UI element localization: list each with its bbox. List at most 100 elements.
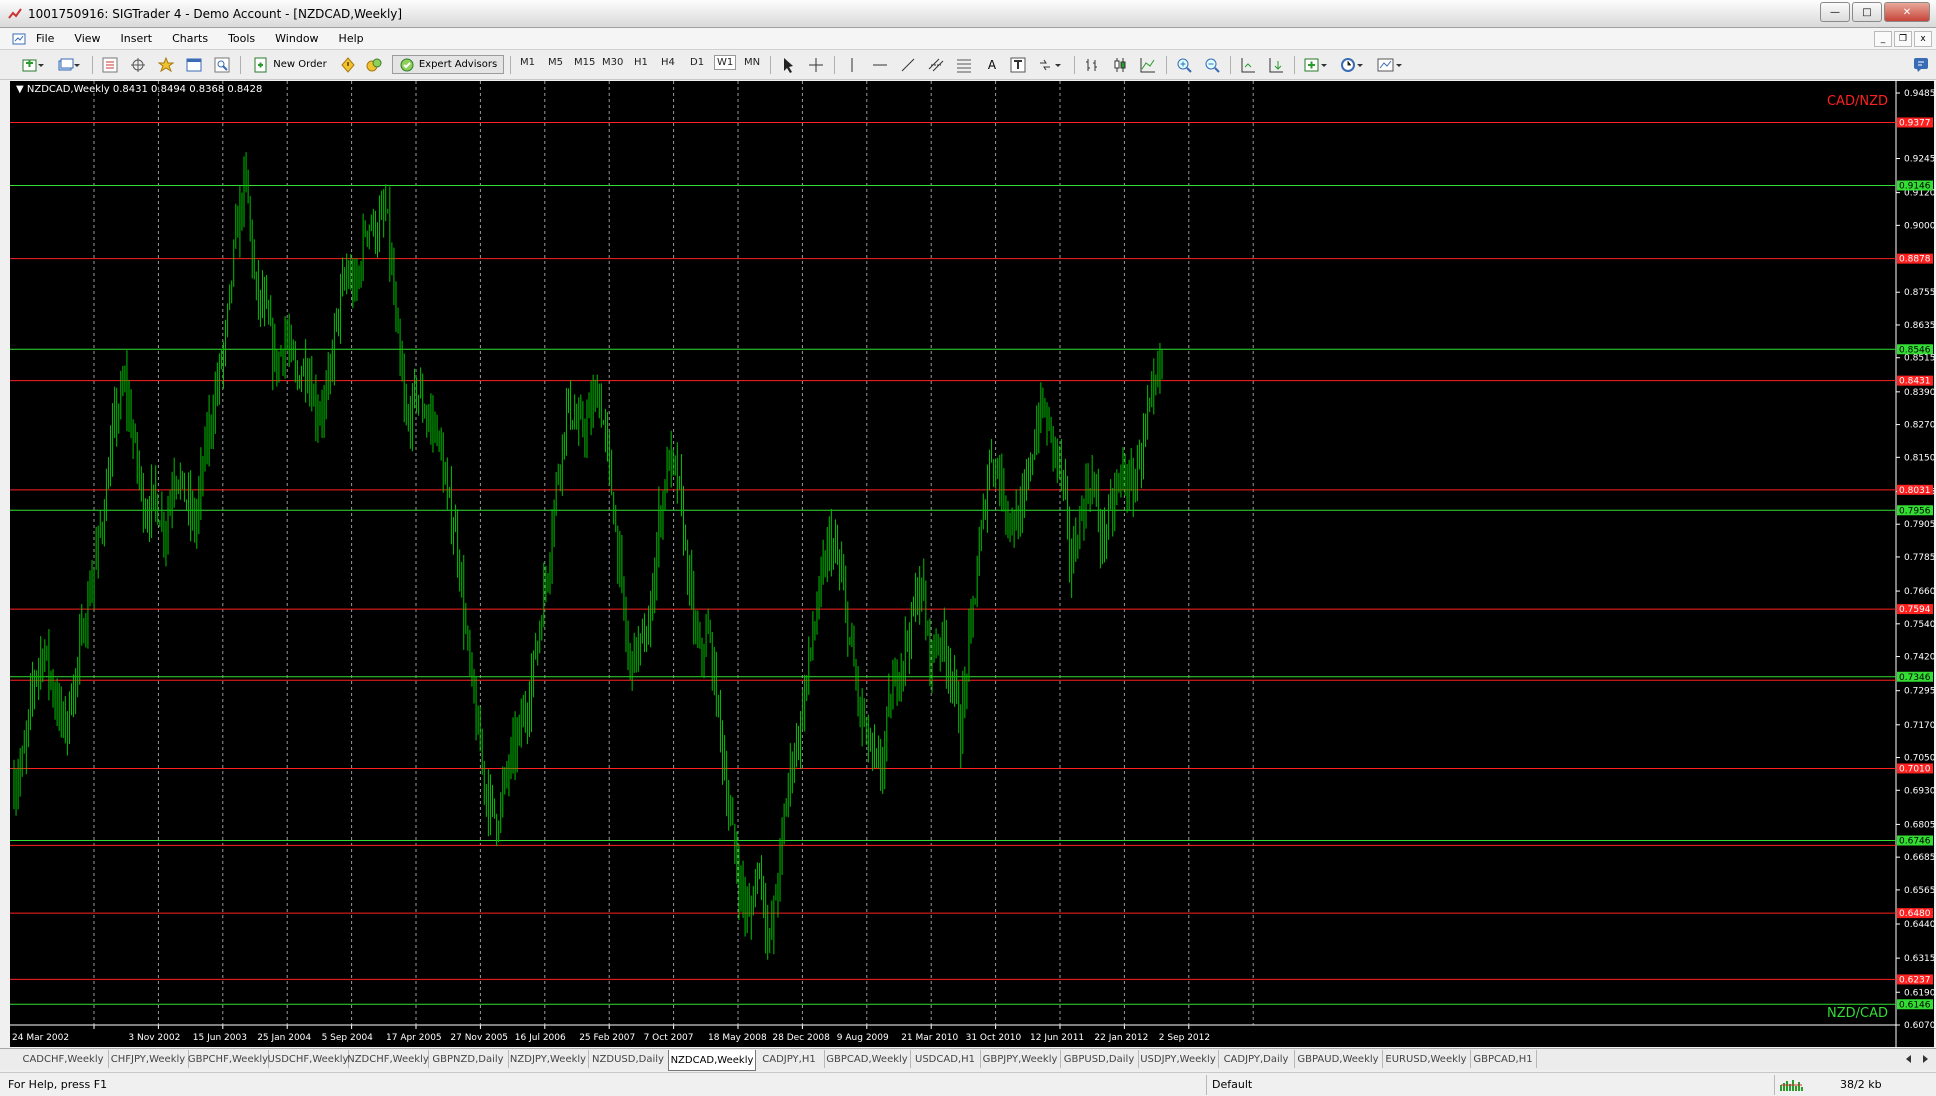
horizontal-line-tool[interactable] [870,55,890,74]
navigator-button[interactable] [156,55,176,74]
tab-gbpcad-weekly[interactable]: GBPCAD,Weekly [824,1050,911,1068]
experts-button[interactable] [364,55,384,74]
timeframe-m1[interactable]: M1 [520,57,535,68]
price-chart[interactable]: 0.94850.92450.91200.90000.87550.86350.85… [10,81,1934,1047]
indicators-button[interactable] [1302,55,1332,74]
zoom-in-icon [1177,58,1192,73]
data-window-button[interactable] [128,55,148,74]
level-label-15: 0.6146 [1899,1000,1931,1010]
tab-scroll-left-icon[interactable] [1904,1054,1914,1064]
tab-cadchf-weekly[interactable]: CADCHF,Weekly [18,1050,109,1068]
expert-advisors-button[interactable]: Expert Advisors [392,55,504,74]
metaeditor-button[interactable] [338,55,358,74]
tab-gbpjpy-weekly[interactable]: GBPJPY,Weekly [980,1050,1061,1068]
window-title: 1001750916: SIGTrader 4 - Demo Account -… [28,7,403,21]
arrows-tool[interactable] [1036,55,1066,74]
new-order-label: New Order [273,59,327,70]
status-help-text: For Help, press F1 [8,1078,108,1091]
strategy-tester-button[interactable] [212,55,232,74]
market-watch-button[interactable] [100,55,120,74]
menu-insert[interactable]: Insert [121,32,153,45]
profiles-button[interactable] [54,55,84,74]
minimize-button[interactable]: — [1820,2,1850,22]
bar-chart-button[interactable] [1082,55,1102,74]
date-label-0: 24 Mar 2002 [12,1033,69,1043]
new-chart-button[interactable] [18,55,48,74]
level-label-8: 0.7346 [1899,673,1931,683]
new-order-button[interactable]: New Order [248,55,332,74]
price-tick-label-8: 0.8270 [1904,421,1934,431]
mdi-restore-button[interactable]: ❐ [1894,31,1912,47]
tab-gbpnzd-daily[interactable]: GBPNZD,Daily [428,1050,509,1068]
date-label-10: 18 May 2008 [708,1033,767,1043]
menu-help[interactable]: Help [339,32,364,45]
tab-nzdjpy-weekly[interactable]: NZDJPY,Weekly [508,1050,589,1068]
chart-ohlc-text: NZDCAD,Weekly 0.8431 0.8494 0.8368 0.842… [26,84,263,95]
channel-tool[interactable] [926,55,946,74]
tab-usdcad-h1[interactable]: USDCAD,H1 [910,1050,981,1068]
mdi-minimize-button[interactable]: _ [1874,31,1892,47]
menu-view[interactable]: View [74,32,100,45]
timeframe-h1[interactable]: H1 [634,57,648,68]
coins-icon [366,58,382,71]
vertical-line-tool[interactable] [842,55,862,74]
date-label-11: 28 Dec 2008 [772,1033,830,1043]
menu-tools[interactable]: Tools [228,32,255,45]
date-label-8: 25 Feb 2007 [579,1033,635,1043]
label-tool[interactable] [1008,55,1028,74]
auto-scroll-button[interactable] [1266,55,1286,74]
zoom-out-button[interactable] [1202,55,1222,74]
timeframe-w1[interactable]: W1 [714,55,737,70]
tab-chfjpy-weekly[interactable]: CHFJPY,Weekly [108,1050,189,1068]
price-tick-label-22: 0.6565 [1904,886,1934,896]
periods-button[interactable] [1338,55,1368,74]
fibonacci-icon [957,59,971,72]
mdi-close-button[interactable]: x [1914,31,1932,47]
price-tick-label-18: 0.7050 [1904,754,1934,764]
timeframe-d1[interactable]: D1 [690,57,704,68]
tab-usdjpy-weekly[interactable]: USDJPY,Weekly [1138,1050,1219,1068]
terminal-button[interactable] [184,55,204,74]
tab-nzdcad-weekly[interactable]: NZDCAD,Weekly [668,1050,756,1071]
crosshair-tool[interactable] [806,55,826,74]
level-label-14: 0.6237 [1899,975,1931,985]
text-tool[interactable]: A [982,55,1002,74]
crosshair-icon [131,57,145,72]
zoom-in-button[interactable] [1174,55,1194,74]
menu-file[interactable]: File [36,32,54,45]
timeframe-h4[interactable]: H4 [661,57,675,68]
timeframe-m5[interactable]: M5 [548,57,563,68]
price-tick-label-17: 0.7170 [1904,721,1934,731]
price-tick-label-5: 0.8635 [1904,321,1934,331]
tab-usdchf-weekly[interactable]: USDCHF,Weekly [268,1050,349,1068]
tab-gbpcad-h1[interactable]: GBPCAD,H1 [1470,1050,1537,1068]
trendline-tool[interactable] [898,55,918,74]
timeframe-m15[interactable]: M15 [574,57,595,68]
tab-gbpusd-daily[interactable]: GBPUSD,Daily [1060,1050,1139,1068]
tab-eurusd-weekly[interactable]: EURUSD,Weekly [1382,1050,1471,1068]
timeframe-m30[interactable]: M30 [602,57,623,68]
tile-windows-button[interactable] [1238,55,1258,74]
tab-cadjpy-daily[interactable]: CADJPY,Daily [1218,1050,1295,1068]
fibonacci-tool[interactable] [954,55,974,74]
chart-window[interactable]: 0.9485 0.9245 0.9120 0.9000 0.8755 0.8635 0.85… [10,81,1934,1047]
candlestick-button[interactable] [1110,55,1130,74]
cursor-tool[interactable] [778,55,798,74]
tab-gbpchf-weekly[interactable]: GBPCHF,Weekly [188,1050,269,1068]
tab-nzdusd-daily[interactable]: NZDUSD,Daily [588,1050,669,1068]
tab-gbpaud-weekly[interactable]: GBPAUD,Weekly [1294,1050,1383,1068]
menu-charts[interactable]: Charts [172,32,208,45]
timeframe-mn[interactable]: MN [744,57,760,68]
cadnzd-label: CAD/NZD [1827,94,1888,109]
menu-window[interactable]: Window [275,32,318,45]
price-tick-label-16: 0.7295 [1904,687,1934,697]
tab-cadjpy-h1[interactable]: CADJPY,H1 [754,1050,825,1068]
price-tick-label-26: 0.6070 [1904,1021,1934,1031]
tab-scroll-right-icon[interactable] [1920,1054,1930,1064]
tab-nzdchf-weekly[interactable]: NZDCHF,Weekly [347,1050,429,1068]
help-bubble-button[interactable] [1912,55,1930,74]
line-chart-button[interactable] [1138,55,1158,74]
maximize-button[interactable]: □ [1852,2,1882,22]
close-button[interactable]: ✕ [1884,2,1930,22]
templates-button[interactable] [1374,55,1408,74]
